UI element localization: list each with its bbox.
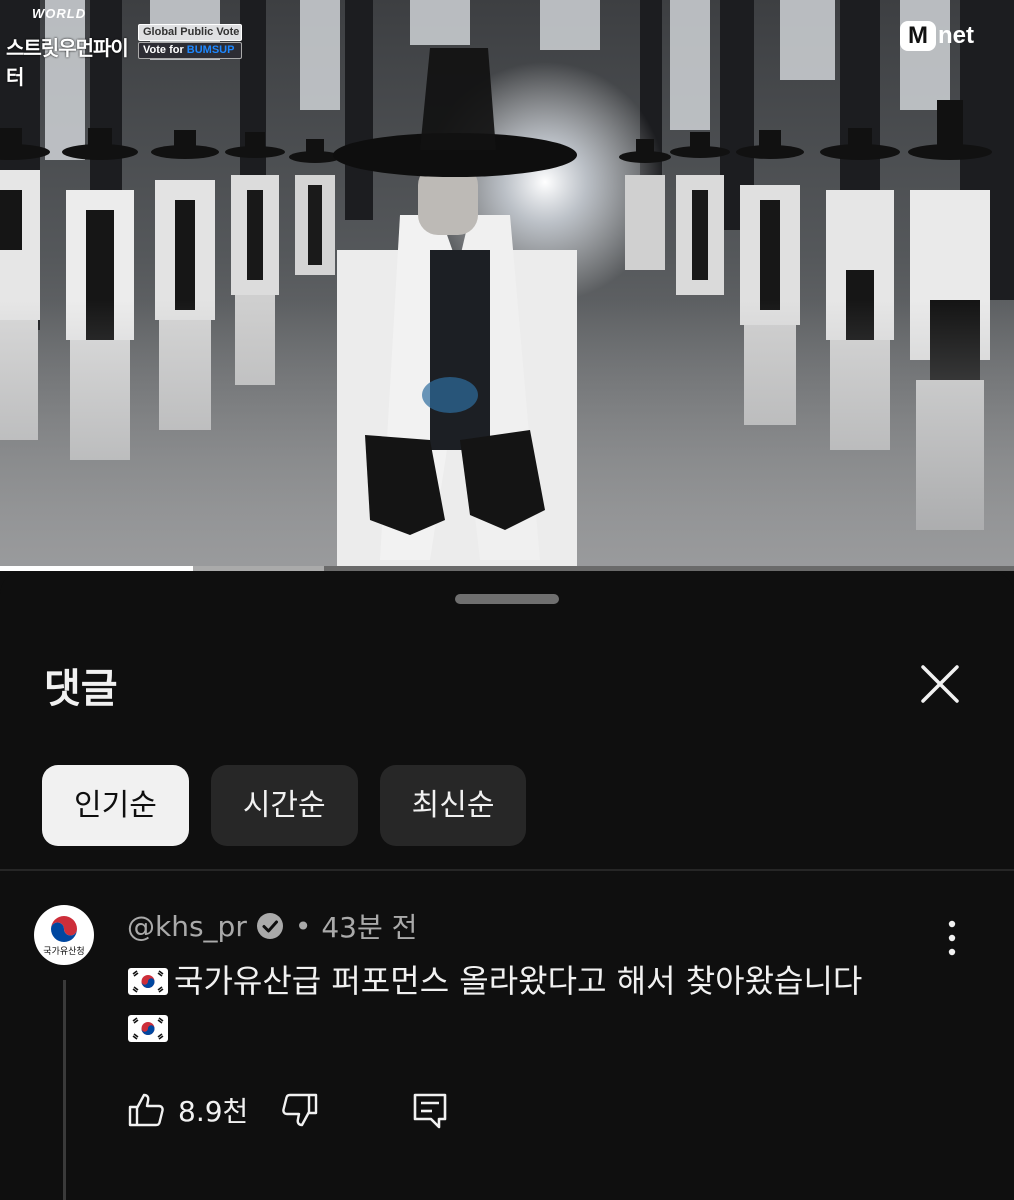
comment-body: 국가유산급 퍼포먼스 올라왔다고 해서 찾아왔습니다 — [174, 962, 863, 1000]
dislike-icon[interactable] — [280, 1090, 320, 1130]
comment-author[interactable]: @khs_pr — [127, 910, 247, 943]
comment-actions: 8.9천 — [126, 1090, 450, 1130]
vote-banner-line2: Vote for BUMSUP — [138, 42, 242, 59]
played-bar — [0, 566, 193, 571]
avatar[interactable]: 국가유산청 — [34, 905, 94, 965]
sheet-title: 댓글 — [44, 666, 118, 712]
south-korea-flag-icon — [128, 968, 168, 995]
video-progress-bar[interactable] — [0, 566, 1014, 571]
video-player[interactable]: WORLD 스트릿우먼파이터 Global Public Vote Vote f… — [0, 0, 1014, 568]
like-icon[interactable] — [126, 1090, 166, 1130]
header-separator: • — [294, 909, 312, 943]
show-logo-title: 스트릿우먼파이터 — [6, 36, 129, 89]
more-options-icon[interactable] — [930, 918, 974, 958]
sort-chip-popular[interactable]: 인기순 — [42, 765, 189, 846]
channel-logo-m: M — [900, 21, 936, 51]
comment-time: 43분 전 — [321, 911, 418, 944]
south-korea-flag-icon — [128, 1015, 168, 1042]
verified-check-icon — [256, 913, 283, 939]
like-count: 8.9천 — [178, 1095, 249, 1128]
show-logo-world: WORLD — [32, 6, 87, 21]
sort-chip-timed[interactable]: 시간순 — [210, 765, 358, 846]
channel-logo-text: net — [938, 22, 974, 49]
video-frame-scene — [0, 0, 1014, 568]
reply-icon[interactable] — [410, 1090, 450, 1130]
sort-chips: 인기순 시간순 최신순 — [42, 765, 527, 846]
close-icon[interactable] — [910, 654, 970, 714]
sort-chip-newest[interactable]: 최신순 — [379, 765, 527, 846]
comment-header: @khs_pr • 43분 전 — [127, 906, 417, 946]
divider — [0, 869, 1014, 871]
vote-banner: Global Public Vote Vote for BUMSUP — [138, 24, 242, 60]
comment-text: 국가유산급 퍼포먼스 올라왔다고 해서 찾아왔습니다 — [128, 958, 948, 1052]
vote-banner-line1: Global Public Vote — [138, 24, 242, 41]
vote-name: BUMSUP — [186, 44, 235, 56]
thread-line — [63, 980, 66, 1200]
channel-logo: M net — [900, 20, 974, 52]
avatar-text: 국가유산청 — [43, 947, 85, 957]
vote-prefix: Vote for — [143, 44, 187, 56]
comments-sheet: 댓글 인기순 시간순 최신순 국가유산청 @khs_pr • 43분 전 국가유… — [0, 572, 1014, 1200]
drag-handle[interactable] — [455, 594, 559, 604]
show-logo: WORLD 스트릿우먼파이터 — [6, 6, 136, 89]
